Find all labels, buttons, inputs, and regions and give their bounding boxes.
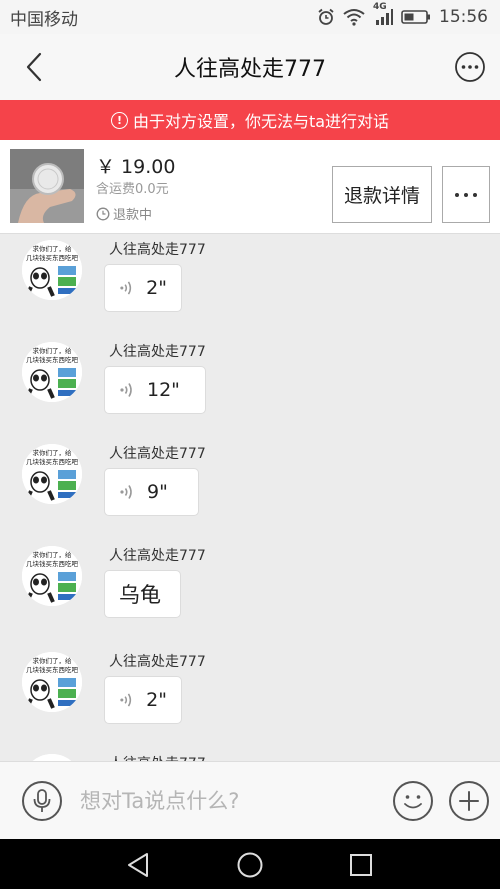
chat-message: 求你们了，给 几块钱买东西吃吧 人往高处走777 乌龟 [0, 542, 500, 642]
voice-message-bubble[interactable]: 12" [104, 366, 206, 414]
avatar-caption-line2: 几块钱买东西吃吧 [26, 559, 79, 568]
shipping-fee: 含运费0.0元 [96, 182, 169, 197]
refund-status: 退款中 [96, 204, 152, 223]
voice-wave-icon [120, 281, 132, 295]
voice-message-bubble[interactable]: 9" [104, 468, 199, 516]
avatar-caption-line2: 几块钱买东西吃吧 [26, 253, 79, 262]
avatar-caption-line1: 求你们了，给 [33, 550, 73, 559]
dot-icon [464, 192, 468, 197]
chat-message: 求你们了，给 几块钱买东西吃吧 人往高处走777 9" [0, 440, 500, 540]
emoji-smile-icon [404, 795, 422, 809]
chat-message: 求你们了，给 几块钱买东西吃吧 人往高处走777 2" [0, 648, 500, 748]
voice-wave-icon [120, 693, 132, 707]
message-text: 乌龟 [119, 583, 161, 607]
voice-duration: 12" [147, 379, 180, 401]
system-recents-button[interactable] [347, 851, 375, 879]
sender-avatar[interactable]: 求你们了，给 几块钱买东西吃吧 [22, 240, 82, 300]
text-message-bubble[interactable]: 乌龟 [104, 570, 181, 618]
sender-avatar[interactable] [22, 754, 82, 761]
product-card[interactable]: ￥ 19.00 含运费0.0元 退款中 退款详情 [0, 140, 500, 234]
sender-name: 人往高处走777 [109, 753, 206, 761]
signal-icon: 4G [373, 2, 393, 26]
chat-message: 人往高处走777 [0, 750, 500, 761]
avatar-caption-line2: 几块钱买东西吃吧 [26, 457, 79, 466]
avatar-caption-line2: 几块钱买东西吃吧 [26, 355, 79, 364]
avatar-caption-line1: 求你们了，给 [33, 448, 73, 457]
sender-name: 人往高处走777 [109, 548, 206, 564]
sender-avatar[interactable]: 求你们了，给 几块钱买东西吃吧 [22, 444, 82, 504]
chat-header: 人往高处走777 [0, 34, 500, 100]
page-title: 人往高处走777 [174, 57, 326, 82]
sender-name: 人往高处走777 [109, 242, 206, 258]
chat-message-list[interactable]: 求你们了，给 几块钱买东西吃吧 人往高处走777 2" 求你们了，给 几块钱买东… [0, 234, 500, 761]
system-back-button[interactable] [125, 851, 153, 879]
back-arrow-icon [26, 52, 42, 82]
back-button[interactable] [18, 50, 50, 84]
more-actions-button[interactable] [449, 781, 489, 821]
dot-icon [455, 192, 459, 197]
clock-icon [96, 207, 110, 220]
chat-message: 求你们了，给 几块钱买东西吃吧 人往高处走777 2" [0, 236, 500, 336]
clock-time: 15:56 [439, 7, 488, 27]
status-bar: 中国移动 4G 15:56 [0, 0, 500, 34]
network-type-label: 4G [373, 2, 387, 12]
carrier-label: 中国移动 [10, 9, 78, 30]
sender-avatar[interactable]: 求你们了，给 几块钱买东西吃吧 [22, 652, 82, 712]
refund-details-button[interactable]: 退款详情 [332, 166, 432, 223]
sender-name: 人往高处走777 [109, 446, 206, 462]
sender-name: 人往高处走777 [109, 654, 206, 670]
sender-name: 人往高处走777 [109, 344, 206, 360]
more-options-button[interactable] [454, 51, 486, 83]
system-navigation-bar [0, 839, 500, 889]
message-input-bar [0, 761, 500, 839]
avatar-caption-line2: 几块钱买东西吃吧 [26, 665, 79, 674]
product-image[interactable] [10, 149, 84, 223]
microphone-icon [33, 789, 51, 812]
message-input[interactable] [80, 784, 380, 818]
order-more-button[interactable] [442, 166, 490, 223]
wifi-icon [343, 8, 365, 26]
nav-home-circle-icon [237, 852, 263, 878]
voice-message-bubble[interactable]: 2" [104, 676, 182, 724]
avatar-caption-line1: 求你们了，给 [33, 656, 73, 665]
sender-avatar[interactable]: 求你们了，给 几块钱买东西吃吧 [22, 546, 82, 606]
nav-recents-square-icon [350, 854, 372, 876]
warning-text: 由于对方设置，你无法与ta进行对话 [132, 112, 390, 131]
avatar-caption-line1: 求你们了，给 [33, 346, 73, 355]
voice-message-bubble[interactable]: 2" [104, 264, 182, 312]
avatar-caption-line1: 求你们了，给 [33, 244, 73, 253]
system-home-button[interactable] [236, 851, 264, 879]
refund-status-label: 退款中 [113, 208, 153, 223]
sender-avatar[interactable]: 求你们了，给 几块钱买东西吃吧 [22, 342, 82, 402]
nav-back-triangle-icon [128, 853, 148, 877]
exclamation-circle-icon: ! [110, 111, 128, 129]
dot-icon [473, 192, 477, 197]
voice-wave-icon [120, 485, 132, 499]
voice-wave-icon [120, 383, 132, 397]
voice-duration: 2" [146, 689, 167, 711]
status-icons: 4G 15:56 [317, 2, 488, 27]
battery-icon [401, 9, 431, 25]
alarm-icon [317, 8, 335, 26]
chat-message: 求你们了，给 几块钱买东西吃吧 人往高处走777 12" [0, 338, 500, 438]
voice-duration: 9" [147, 481, 168, 503]
more-horizontal-icon [455, 52, 485, 82]
emoji-button[interactable] [393, 781, 433, 821]
voice-duration: 2" [146, 277, 167, 299]
voice-input-button[interactable] [22, 781, 62, 821]
product-price: ￥ 19.00 [96, 156, 176, 178]
warning-banner: ! 由于对方设置，你无法与ta进行对话 [0, 100, 500, 140]
plus-icon [459, 791, 479, 811]
